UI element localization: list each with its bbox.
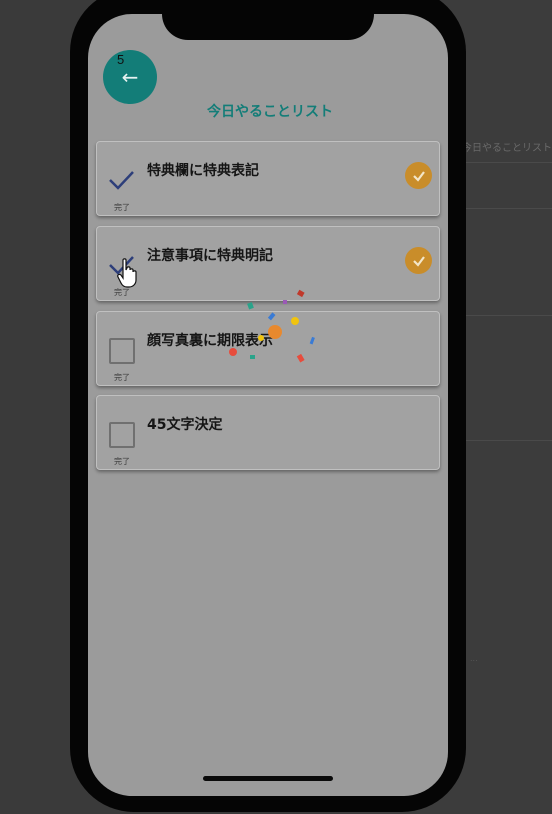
task-card[interactable]: 特典欄に特典表記 完了 (96, 141, 440, 216)
done-label: 完了 (114, 288, 130, 297)
task-checkbox[interactable] (109, 422, 135, 448)
done-label: 完了 (114, 457, 130, 466)
task-card[interactable]: 45文字決定 完了 (96, 395, 440, 470)
task-checkbox[interactable] (109, 338, 135, 364)
background-heading: 今日やることリスト (462, 143, 552, 154)
back-button[interactable]: ← (103, 50, 157, 104)
arrow-left-icon: ← (121, 65, 139, 89)
task-label: 注意事項に特典明記 (147, 248, 273, 264)
task-label: 45文字決定 (147, 417, 223, 433)
confetti-burst (229, 289, 315, 363)
back-badge-count: 5 (117, 52, 125, 67)
page-title: 今日やることリスト (207, 104, 333, 120)
done-label: 完了 (114, 203, 130, 212)
completed-check-icon (405, 162, 432, 189)
phone-notch (162, 0, 374, 40)
completed-check-icon (405, 247, 432, 274)
hand-pointer-cursor (117, 258, 137, 288)
done-label: 完了 (114, 373, 130, 382)
home-indicator[interactable] (203, 776, 333, 781)
checkmark-icon[interactable] (107, 164, 137, 194)
task-label: 特典欄に特典表記 (147, 163, 259, 179)
background-faint-text: ... (470, 654, 478, 663)
